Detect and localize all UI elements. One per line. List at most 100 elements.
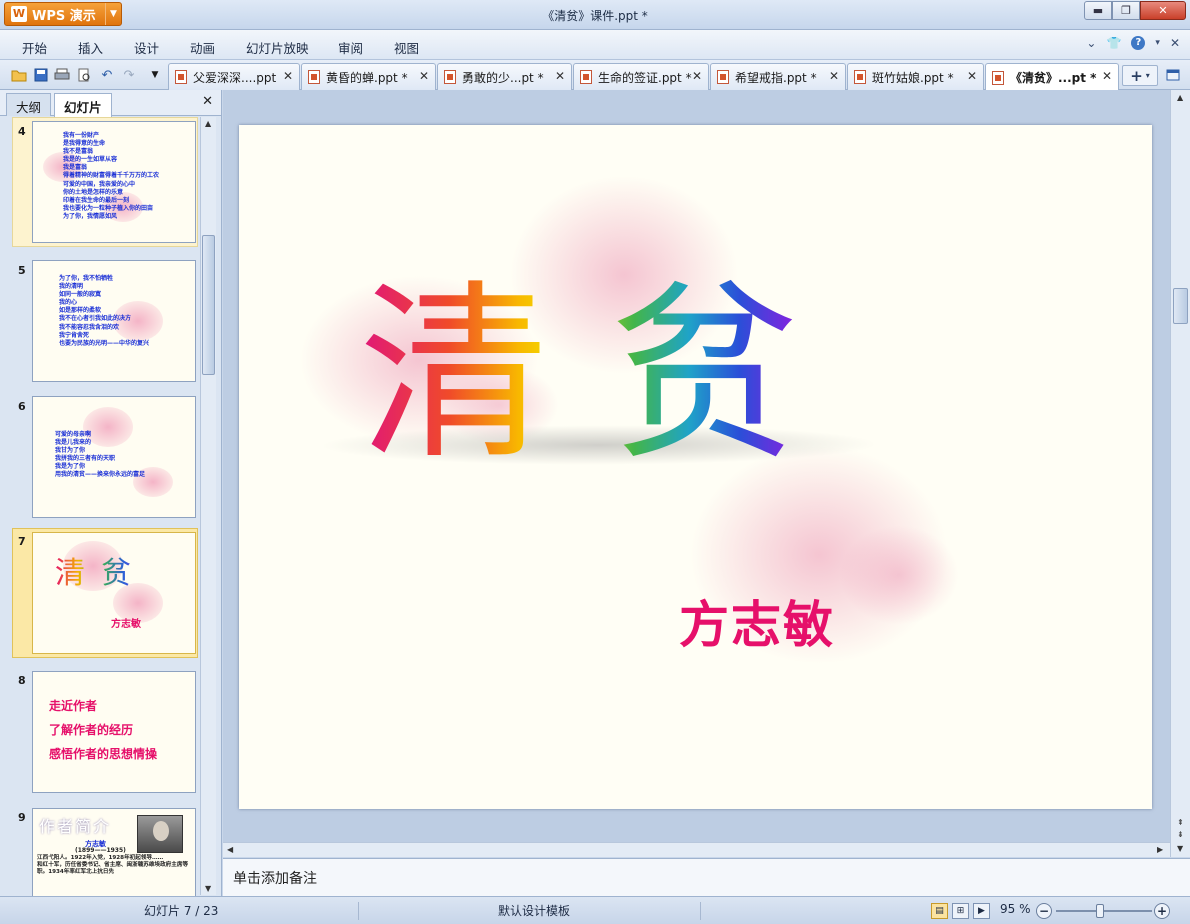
zoom-slider-handle[interactable] bbox=[1096, 904, 1104, 918]
redo-icon[interactable]: ↷ bbox=[120, 66, 138, 84]
slide-author[interactable]: 方志敏 bbox=[679, 585, 835, 657]
zoom-level[interactable]: 95 % bbox=[1000, 902, 1031, 916]
menu-design[interactable]: 设计 bbox=[134, 38, 159, 57]
minimize-button[interactable]: ▬ bbox=[1084, 1, 1112, 20]
close-icon[interactable]: ✕ bbox=[1170, 36, 1180, 50]
design-template-label[interactable]: 默认设计模板 bbox=[498, 902, 570, 919]
close-icon[interactable]: ✕ bbox=[967, 69, 977, 83]
slide-sorter-icon[interactable]: ⊞ bbox=[952, 903, 969, 919]
close-icon[interactable]: ✕ bbox=[283, 69, 293, 83]
open-folder-icon[interactable] bbox=[10, 66, 28, 84]
thumbnail-line: 了解作者的经历 bbox=[49, 723, 134, 737]
new-tab-button[interactable]: + ▾ bbox=[1122, 65, 1158, 86]
print-preview-icon[interactable] bbox=[75, 66, 93, 84]
doc-tab-label: 勇敢的少...pt * bbox=[462, 70, 544, 85]
thumbnail-item[interactable]: 5 为了你，我不怕牺牲 我的清明 如同一般的寂寞 我的心 如是那样的柔软 我不在… bbox=[12, 254, 198, 384]
doc-tab[interactable]: 父爱深深....ppt ✕ bbox=[168, 63, 300, 90]
doc-tab-active[interactable]: 《清贫》...pt * ✕ bbox=[985, 63, 1119, 91]
separator bbox=[358, 902, 359, 920]
doc-tab[interactable]: 勇敢的少...pt * ✕ bbox=[437, 63, 572, 90]
slideshow-play-icon[interactable]: ▶ bbox=[973, 903, 990, 919]
scroll-right-icon[interactable]: ▶ bbox=[1157, 845, 1163, 854]
menu-animation[interactable]: 动画 bbox=[190, 38, 215, 57]
slide-panel-tabs: 大纲 幻灯片 ✕ bbox=[0, 90, 221, 117]
thumbnail-item[interactable]: 8 走近作者 了解作者的经历 感悟作者的思想情操 bbox=[12, 666, 198, 796]
menu-slideshow[interactable]: 幻灯片放映 bbox=[246, 38, 309, 57]
scroll-left-icon[interactable]: ◀ bbox=[227, 845, 233, 854]
undo-icon[interactable]: ↶ bbox=[98, 66, 116, 84]
ppt-file-icon bbox=[580, 70, 592, 84]
slide-thumbnail: 可爱的母亲啊 我是儿我来的 我甘为了你 我拼我的三者有的天职 我是为了你 用我的… bbox=[32, 396, 196, 518]
window-list-icon[interactable] bbox=[1164, 66, 1182, 84]
slide-number: 6 bbox=[18, 400, 26, 413]
tab-outline[interactable]: 大纲 bbox=[6, 93, 52, 116]
thumbnail-item[interactable]: 4 我有一份财产 是我得意的生命 我不是富翁 我是的一生如草从容 我是富翁 得着… bbox=[12, 117, 198, 247]
menu-home[interactable]: 开始 bbox=[22, 38, 47, 57]
slide-number: 5 bbox=[18, 264, 26, 277]
thumbnail-text: 江西弋阳人。1922年入党，1928年初起领导…… 和红十军，历任省委书记、省主… bbox=[37, 855, 189, 875]
thumbnail-item[interactable]: 9 作者简介 方志敏 (1899——1935) 江西弋阳人。1922年入党，19… bbox=[12, 803, 198, 897]
slide-title[interactable]: 清贫 bbox=[359, 275, 859, 475]
scroll-down-icon[interactable]: ⇟ bbox=[1177, 830, 1184, 839]
notes-placeholder[interactable]: 单击添加备注 bbox=[233, 871, 317, 887]
thumbnail-item[interactable]: 6 可爱的母亲啊 我是儿我来的 我甘为了你 我拼我的三者有的天职 我是为了你 用… bbox=[12, 390, 198, 520]
scroll-up-icon[interactable]: ▲ bbox=[205, 119, 211, 128]
slide-canvas[interactable]: 清贫 方志敏 bbox=[239, 125, 1152, 809]
close-icon[interactable]: ✕ bbox=[202, 94, 213, 109]
slide-thumbnail: 作者简介 方志敏 (1899——1935) 江西弋阳人。1922年入党，1928… bbox=[32, 808, 196, 897]
close-icon[interactable]: ✕ bbox=[1102, 69, 1112, 83]
slide-counter: 幻灯片 7 / 23 bbox=[144, 904, 219, 918]
doc-tab[interactable]: 斑竹姑娘.ppt * ✕ bbox=[847, 63, 984, 90]
zoom-out-icon[interactable]: − bbox=[1036, 903, 1052, 919]
scrollbar-thumb[interactable] bbox=[1173, 288, 1188, 324]
scroll-down-icon[interactable]: ▼ bbox=[205, 884, 211, 893]
close-icon[interactable]: ✕ bbox=[555, 69, 565, 83]
normal-view-icon[interactable]: ▤ bbox=[931, 903, 948, 919]
slide-thumbnail: 为了你，我不怕牺牲 我的清明 如同一般的寂寞 我的心 如是那样的柔软 我不在心者… bbox=[32, 260, 196, 382]
scrollbar-thumb[interactable] bbox=[202, 235, 215, 375]
chevron-down-icon[interactable]: ▾ bbox=[1155, 38, 1160, 48]
customize-dropdown-icon[interactable]: ▼ bbox=[146, 66, 164, 84]
editor-vertical-scrollbar[interactable]: ▲ ⇞ ⇟ ▼ bbox=[1170, 90, 1190, 857]
thumbnail-scrollbar[interactable]: ▲ ▼ bbox=[200, 117, 216, 895]
doc-tab-label: 《清贫》...pt * bbox=[1010, 71, 1097, 85]
editor-horizontal-scrollbar[interactable]: ◀ ▶ bbox=[223, 842, 1170, 857]
help-icon[interactable]: ? bbox=[1131, 36, 1146, 50]
doc-tab[interactable]: 希望戒指.ppt * ✕ bbox=[710, 63, 846, 90]
slide-number: 4 bbox=[18, 125, 26, 138]
slide-number: 9 bbox=[18, 811, 26, 824]
doc-tab[interactable]: 黄昏的蝉.ppt * ✕ bbox=[301, 63, 436, 90]
tab-slides[interactable]: 幻灯片 bbox=[54, 93, 112, 117]
save-icon[interactable] bbox=[32, 66, 50, 84]
thumbnail-item-selected[interactable]: 7 清贫 方志敏 bbox=[12, 528, 198, 660]
close-icon[interactable]: ✕ bbox=[692, 69, 702, 83]
close-icon[interactable]: ✕ bbox=[829, 69, 839, 83]
thumbnail-title: 清贫 bbox=[55, 556, 147, 591]
close-button[interactable]: ✕ bbox=[1140, 1, 1186, 20]
thumbnail-line: 走近作者 bbox=[49, 699, 98, 713]
ppt-file-icon bbox=[854, 70, 866, 84]
scroll-down-icon[interactable]: ▼ bbox=[1177, 844, 1183, 853]
slide-thumbnail: 我有一份财产 是我得意的生命 我不是富翁 我是的一生如草从容 我是富翁 得着精神… bbox=[32, 121, 196, 243]
menu-right-tools: ⌄ 👕 ? ▾ ✕ bbox=[1086, 36, 1180, 50]
thumbnail-line: 感悟作者的思想情操 bbox=[49, 747, 158, 761]
scroll-up-icon[interactable]: ▲ bbox=[1177, 93, 1183, 102]
doc-tab-label: 父爱深深....ppt bbox=[193, 70, 277, 85]
skin-icon[interactable]: 👕 bbox=[1106, 36, 1121, 50]
document-tab-bar: ↶ ↷ ▼ 父爱深深....ppt ✕ 黄昏的蝉.ppt * ✕ 勇敢的少...… bbox=[0, 60, 1190, 91]
doc-tab[interactable]: 生命的签证.ppt * ✕ bbox=[573, 63, 709, 90]
menu-insert[interactable]: 插入 bbox=[78, 38, 103, 57]
print-icon[interactable] bbox=[53, 66, 71, 84]
menu-view[interactable]: 视图 bbox=[394, 38, 419, 57]
chevron-down-icon[interactable]: ⌄ bbox=[1086, 36, 1096, 50]
zoom-in-icon[interactable]: + bbox=[1154, 903, 1170, 919]
notes-pane[interactable]: 单击添加备注 bbox=[223, 858, 1190, 896]
thumbnail-list: 4 我有一份财产 是我得意的生命 我不是富翁 我是的一生如草从容 我是富翁 得着… bbox=[0, 117, 200, 897]
thumbnail-text: 可爱的母亲啊 我是儿我来的 我甘为了你 我拼我的三者有的天职 我是为了你 用我的… bbox=[55, 431, 146, 479]
maximize-button[interactable]: ❐ bbox=[1112, 1, 1140, 20]
scroll-up-icon[interactable]: ⇞ bbox=[1177, 818, 1184, 827]
close-icon[interactable]: ✕ bbox=[419, 69, 429, 83]
menu-review[interactable]: 审阅 bbox=[338, 38, 363, 57]
slide-number: 8 bbox=[18, 674, 26, 687]
zoom-slider-track[interactable] bbox=[1056, 910, 1152, 912]
